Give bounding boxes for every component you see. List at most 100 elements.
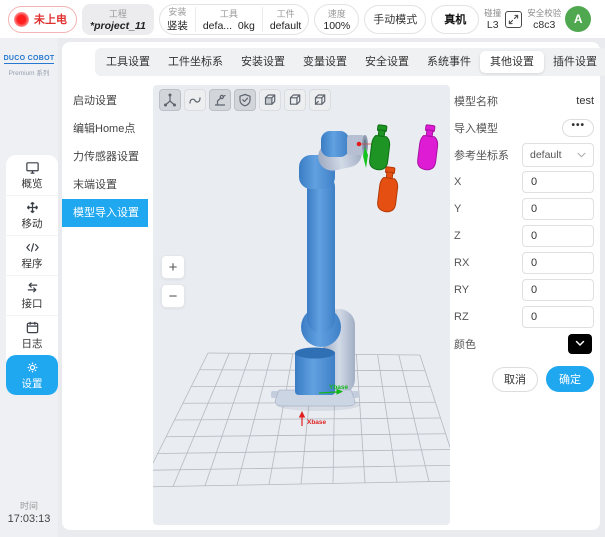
submenu-end-effector[interactable]: 末端设置: [62, 171, 148, 199]
rx-label: RX: [454, 257, 469, 269]
ry-input[interactable]: [522, 279, 594, 301]
sidebar-item-log[interactable]: 日志: [6, 315, 58, 355]
tab-install-settings[interactable]: 安装设置: [232, 48, 294, 76]
logo-subtitle: Premium 系列: [0, 67, 58, 77]
y-input[interactable]: [522, 198, 594, 220]
sidebar-item-move[interactable]: 移动: [6, 195, 58, 235]
project-label: 工程: [90, 7, 146, 20]
manual-mode-button[interactable]: 手动模式: [364, 5, 426, 34]
tab-safety-settings[interactable]: 安全设置: [356, 48, 418, 76]
settings-tabbar: 工具设置 工件坐标系 安装设置 变量设置 安全设置 系统事件 其他设置 插件设置: [95, 48, 605, 76]
axis-x-label: Xbase: [307, 419, 327, 426]
main-content: 工具设置 工件坐标系 安装设置 变量设置 安全设置 系统事件 其他设置 插件设置…: [62, 42, 600, 530]
cancel-button[interactable]: 取消: [492, 367, 538, 392]
imported-models: [369, 124, 440, 213]
sidebar-item-interface[interactable]: 接口: [6, 275, 58, 315]
install-config[interactable]: 安装 竖装: [160, 5, 195, 33]
setup-summary-group[interactable]: 安装 竖装 工具 defa... 0kg 工件 default: [159, 4, 310, 35]
model-green-bottle: [369, 124, 392, 171]
submenu-startup-settings[interactable]: 启动设置: [62, 87, 148, 115]
confirm-button[interactable]: 确定: [546, 366, 594, 392]
power-indicator-icon: [14, 12, 29, 27]
shield-check-icon: [238, 93, 252, 107]
sidebar-item-overview[interactable]: 概览: [6, 155, 58, 195]
safety-label: 安全校验: [527, 7, 561, 19]
brand-logo: DUCO COBOT Premium 系列: [0, 38, 58, 77]
zoom-out-button[interactable]: −: [161, 284, 185, 308]
model-name-label: 模型名称: [454, 93, 498, 109]
z-input[interactable]: [522, 225, 594, 247]
axis-icon: [163, 93, 177, 107]
collision-label: 碰撞: [484, 7, 501, 19]
swap-icon: [25, 280, 40, 295]
import-model-browse-button[interactable]: •••: [562, 119, 594, 137]
gear-icon: [25, 360, 40, 375]
rx-field-row: RX: [454, 249, 594, 276]
ref-frame-select[interactable]: default: [522, 143, 594, 167]
robot-model-button[interactable]: [209, 89, 231, 111]
power-status-button[interactable]: 未上电: [8, 6, 77, 33]
tool-config[interactable]: 工具 defa... 0kg: [195, 7, 262, 32]
nav-menu: 概览 移动 程序 接口 日志 设置: [6, 155, 58, 395]
left-nav-rail: DUCO COBOT Premium 系列 概览 移动 程序 接口 日志 设置 …: [0, 38, 58, 537]
submenu-force-sensor[interactable]: 力传感器设置: [62, 143, 148, 171]
panel-actions: 取消 确定: [454, 366, 594, 392]
robot-scene: Xbase Ybase: [153, 85, 450, 525]
submenu-model-import[interactable]: 模型导入设置: [62, 199, 148, 227]
tab-variable-settings[interactable]: 变量设置: [294, 48, 356, 76]
axis-y-label: Ybase: [329, 384, 349, 391]
workpiece-config[interactable]: 工件 default: [262, 7, 309, 32]
tab-tool-settings[interactable]: 工具设置: [97, 48, 159, 76]
time-value: 17:03:13: [0, 513, 58, 525]
x-label: X: [454, 176, 461, 188]
cube-outline-icon: [313, 93, 327, 107]
tab-system-events[interactable]: 系统事件: [418, 48, 480, 76]
user-avatar[interactable]: A: [565, 6, 591, 32]
cube-wire-icon: [288, 93, 302, 107]
model-name-value: test: [576, 95, 594, 107]
speed-value: 100%: [323, 20, 350, 32]
color-row: 颜色: [454, 330, 594, 357]
sidebar-item-settings[interactable]: 设置: [6, 355, 58, 395]
ry-label: RY: [454, 284, 469, 296]
axis-view-button[interactable]: [159, 89, 181, 111]
speed-control[interactable]: 速度 100%: [314, 4, 359, 35]
tab-plugin-settings[interactable]: 插件设置: [544, 48, 605, 76]
trajectory-button[interactable]: [184, 89, 206, 111]
cube-view-3-button[interactable]: [309, 89, 331, 111]
cube-view-2-button[interactable]: [284, 89, 306, 111]
model-magenta-bottle: [417, 124, 440, 171]
robot-3d-viewport[interactable]: + −: [153, 85, 450, 525]
rx-input[interactable]: [522, 252, 594, 274]
model-name-row: 模型名称 test: [454, 87, 594, 114]
submenu-edit-home[interactable]: 编辑Home点: [62, 115, 148, 143]
expand-arrows-icon: [508, 14, 519, 25]
project-selector[interactable]: 工程 *project_11: [82, 4, 154, 35]
collision-value: L3: [484, 19, 501, 31]
cube-view-1-button[interactable]: [259, 89, 281, 111]
x-field-row: X: [454, 168, 594, 195]
robot-arm-icon: [213, 93, 227, 107]
install-label: 安装: [167, 5, 188, 18]
x-input[interactable]: [522, 171, 594, 193]
project-name: *project_11: [90, 20, 146, 32]
tool-value: defa... 0kg: [203, 20, 255, 32]
tab-other-settings[interactable]: 其他设置: [480, 51, 544, 73]
import-model-label: 导入模型: [454, 120, 498, 136]
safety-zone-button[interactable]: [234, 89, 256, 111]
chevron-down-icon: [577, 152, 586, 158]
robot-arm-model: [271, 131, 368, 406]
color-picker-button[interactable]: [568, 334, 592, 354]
fullscreen-toggle-button[interactable]: [505, 11, 522, 28]
tab-workpiece-frame[interactable]: 工件坐标系: [159, 48, 232, 76]
sidebar-item-program[interactable]: 程序: [6, 235, 58, 275]
code-icon: [25, 240, 40, 255]
rz-input[interactable]: [522, 306, 594, 328]
safety-value: c8c3: [527, 19, 561, 31]
collision-level: 碰撞 L3: [484, 7, 501, 31]
zoom-in-button[interactable]: +: [161, 255, 185, 279]
real-machine-button[interactable]: 真机: [431, 5, 479, 34]
rz-label: RZ: [454, 311, 469, 323]
safety-checksum: 安全校验 c8c3: [527, 7, 561, 31]
path-icon: [188, 93, 202, 107]
